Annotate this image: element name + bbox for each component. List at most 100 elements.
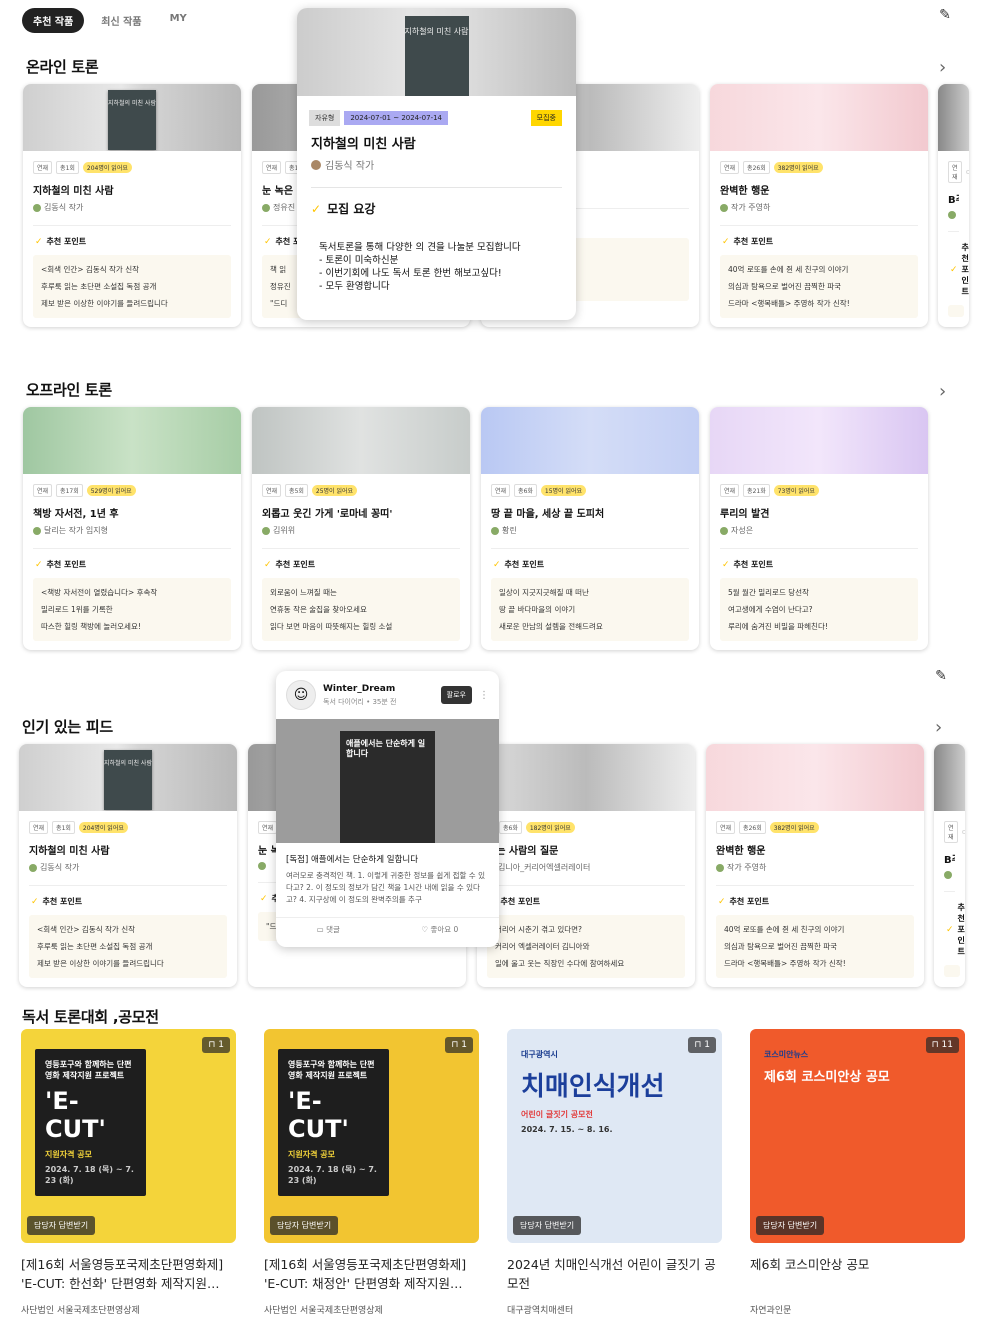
like-button[interactable]: ♡ 좋아요 0	[421, 924, 458, 935]
bookmark-count[interactable]: ⊓ 1	[688, 1037, 716, 1053]
check-icon: ✓	[264, 236, 272, 247]
readers-badge: 15명이 읽어요	[540, 485, 587, 496]
recommend-item: 연휴동 작은 술집을 찾아오세요	[270, 605, 367, 614]
bookmark-icon: ⊓	[451, 1040, 462, 1050]
chevron-right-icon[interactable]: ›	[939, 57, 946, 78]
card-author: 달리는 작가 임지형	[33, 525, 231, 536]
contest-title[interactable]: 제6회 코스미안상 공모	[750, 1255, 965, 1293]
recommend-head: ✓추천 포인트	[493, 559, 545, 570]
card-author: 작가 주영하	[720, 202, 918, 213]
answer-button[interactable]: 담당자 답변받기	[27, 1216, 96, 1235]
discussion-card[interactable]: 연재 B주 ✓추천 포인트	[934, 744, 965, 987]
discussion-card[interactable]: 총6화 182명이 읽어요 하는 사람의 질문 김니아_커리어엑셀러레이터 ✓추…	[477, 744, 695, 987]
answer-button[interactable]: 담당자 답변받기	[270, 1216, 339, 1235]
contest-title[interactable]: [제16회 서울영등포국제초단편영화제] 'E-CUT: 한선화' 단편영화 제…	[21, 1255, 236, 1293]
avatar: ☺	[286, 680, 316, 710]
chevron-right-icon[interactable]: ›	[939, 381, 946, 402]
recommend-item: 땅 끝 바다마을의 이야기	[499, 605, 576, 614]
recommend-head: ✓추천 포인트	[264, 559, 316, 570]
follow-button[interactable]: 팔로우	[440, 686, 472, 704]
pen-plus-icon[interactable]: ✎	[936, 7, 954, 25]
feed-title[interactable]: [독점] 애플에서는 단순하게 일합니다	[276, 843, 499, 865]
contest-card[interactable]: 영등포구와 함께하는 단편영화 제작지원 프로젝트 'E-CUT' 지원자격 공…	[264, 1029, 479, 1316]
bookmark-count[interactable]: ⊓ 1	[445, 1037, 473, 1053]
tab-recommended[interactable]: 추천 작품	[22, 8, 85, 33]
popup-section-head: ✓ 모집 요강	[311, 201, 376, 217]
offline-section-title: 오프라인 토론	[26, 381, 112, 399]
poster-sub-text: 어린이 글짓기 공모전	[521, 1110, 593, 1119]
discussion-card[interactable]: 연재 총26회 382명이 읽어요 완벽한 행운 작가 주영하 ✓ 추천 포인트 …	[706, 744, 924, 987]
divider	[948, 231, 959, 232]
recommend-head: ✓추천 포인트	[950, 243, 969, 296]
answer-button[interactable]: 담당자 답변받기	[756, 1216, 825, 1235]
avatar	[262, 203, 270, 212]
episode-count: 총26회	[739, 821, 766, 834]
contest-title[interactable]: [제16회 서울영등포국제초단편영화제] 'E-CUT: 채정안' 단편영화 제…	[264, 1255, 479, 1293]
recommend-head: ✓추천 포인트	[722, 559, 774, 570]
recommend-item: 40억 로또를 손에 쥔 세 친구의 이야기	[728, 265, 849, 274]
card-cover	[710, 84, 928, 151]
recommend-item: 5월 월간 밀리로드 당선작	[728, 588, 809, 597]
answer-button[interactable]: 담당자 답변받기	[513, 1216, 582, 1235]
recommend-head: ✓추천 포인트	[722, 236, 774, 247]
check-icon: ✓	[722, 236, 730, 247]
feed-username[interactable]: Winter_Dream	[323, 684, 396, 694]
recommend-box: 외로움이 느껴질 때는 연휴동 작은 술집을 찾아오세요 읽다 보면 마음이 따…	[262, 578, 460, 641]
discussion-popup[interactable]: 지하철의 미친 사람 자유형 2024-07-01 ~ 2024-07-14 모…	[297, 8, 576, 320]
serial-tag: 연재	[262, 484, 282, 497]
check-icon: ✓	[946, 924, 954, 935]
recommend-item: 드라마 <행복배틀> 주영하 작가 신작!	[728, 299, 850, 308]
more-icon[interactable]: ⋮	[479, 690, 489, 701]
avatar	[311, 159, 321, 170]
serial-tag: 연재	[716, 821, 736, 834]
avatar	[491, 526, 499, 535]
tab-my[interactable]: MY	[159, 8, 198, 33]
divider	[311, 187, 562, 188]
episode-count	[961, 830, 965, 834]
popup-cover: 지하철의 미친 사람	[297, 8, 576, 96]
episode-count: 총21화	[743, 484, 770, 497]
bookmark-count[interactable]: ⊓ 1	[202, 1037, 230, 1053]
avatar	[716, 863, 724, 872]
card-meta: 연재 총26회 382명이 읽어요	[720, 161, 918, 174]
discussion-card[interactable]: 지하철의 미친 사람 연재 총1회 204명이 읽어요 지하철의 미친 사람 김…	[19, 744, 237, 987]
poster-small-text: 코스미안뉴스	[764, 1050, 809, 1059]
contest-poster: 코스미안뉴스 제6회 코스미안상 공모 ⊓ 11 담당자 답변받기	[750, 1029, 965, 1243]
recommend-item: 의심과 탐욕으로 벌어진 끔찍한 파국	[724, 942, 838, 951]
discussion-card[interactable]: 지하철의 미친 사람 연재 총1회 204명이 읽어요 지하철의 미친 사람 김…	[23, 84, 241, 327]
contest-card[interactable]: 영등포구와 함께하는 단편영화 제작지원 프로젝트 'E-CUT' 지원자격 공…	[21, 1029, 236, 1316]
poster-date-text: 2024. 7. 15. ~ 8. 16.	[521, 1125, 613, 1134]
discussion-card[interactable]: 연재 총6화 15명이 읽어요 땅 끝 마을, 세상 끝 도피처 황린 ✓ 추천 …	[481, 407, 699, 650]
card-title: 지하철의 미친 사람	[33, 186, 114, 197]
chevron-right-icon[interactable]: ›	[935, 717, 942, 738]
pen-plus-icon[interactable]: ✎	[932, 668, 950, 686]
recommend-box	[948, 305, 964, 317]
comment-button[interactable]: ▭ 댓글	[317, 924, 340, 935]
divider	[720, 225, 918, 226]
check-icon: ✓	[35, 559, 43, 570]
recommend-box: <회색 인간> 김동식 작가 신작 후루룩 읽는 초단편 소설집 독점 공개 제…	[29, 915, 227, 978]
tab-latest[interactable]: 최신 작품	[90, 8, 152, 33]
avatar	[720, 526, 728, 535]
discussion-card[interactable]: 연재 B주 ✓추천 포인트	[938, 84, 969, 327]
contest-card[interactable]: 대구광역시 치매인식개선 어린이 글짓기 공모전 2024. 7. 15. ~ …	[507, 1029, 722, 1316]
bookmark-count[interactable]: ⊓ 11	[925, 1037, 959, 1053]
check-icon: ✓	[493, 559, 501, 570]
discussion-card[interactable]: 연재 총26회 382명이 읽어요 완벽한 행운 작가 주영하 ✓ 추천 포인트 …	[710, 84, 928, 327]
avatar	[948, 211, 956, 219]
bookmark-icon: ⊓	[931, 1040, 942, 1050]
episode-count: 총1회	[52, 821, 75, 834]
contest-card[interactable]: 코스미안뉴스 제6회 코스미안상 공모 ⊓ 11 담당자 답변받기 제6회 코스…	[750, 1029, 965, 1316]
divider	[33, 225, 231, 226]
discussion-card[interactable]: 연재 총5회 25명이 읽어요 외롭고 웃긴 가게 '로마네 꽁띠' 김위위 ✓…	[252, 407, 470, 650]
check-icon: ✓	[718, 896, 726, 907]
discussion-card[interactable]: 연재 총17회 529명이 읽어요 책방 자서전, 1년 후 달리는 작가 임지…	[23, 407, 241, 650]
recommend-item: 일에 울고 웃는 직장인 수다에 참여하세요	[495, 959, 625, 968]
recommend-box: 일상이 지긋지긋해질 때 떠난 땅 끝 바다마을의 이야기 새로운 만남의 설렘…	[491, 578, 689, 641]
divider	[262, 548, 460, 549]
recommend-item: 외로움이 느껴질 때는	[270, 588, 337, 597]
feed-popup[interactable]: ☺ Winter_Dream 독서 다이어리 • 35분 전 팔로우 ⋮ 애플에…	[276, 671, 499, 947]
contest-title[interactable]: 2024년 치매인식개선 어린이 글짓기 공모전	[507, 1255, 722, 1293]
discussion-card[interactable]: 연재 총21화 73명이 읽어요 루리의 발견 자성은 ✓ 추천 포인트 5월 월…	[710, 407, 928, 650]
readers-badge: 382명이 읽어요	[769, 822, 819, 833]
